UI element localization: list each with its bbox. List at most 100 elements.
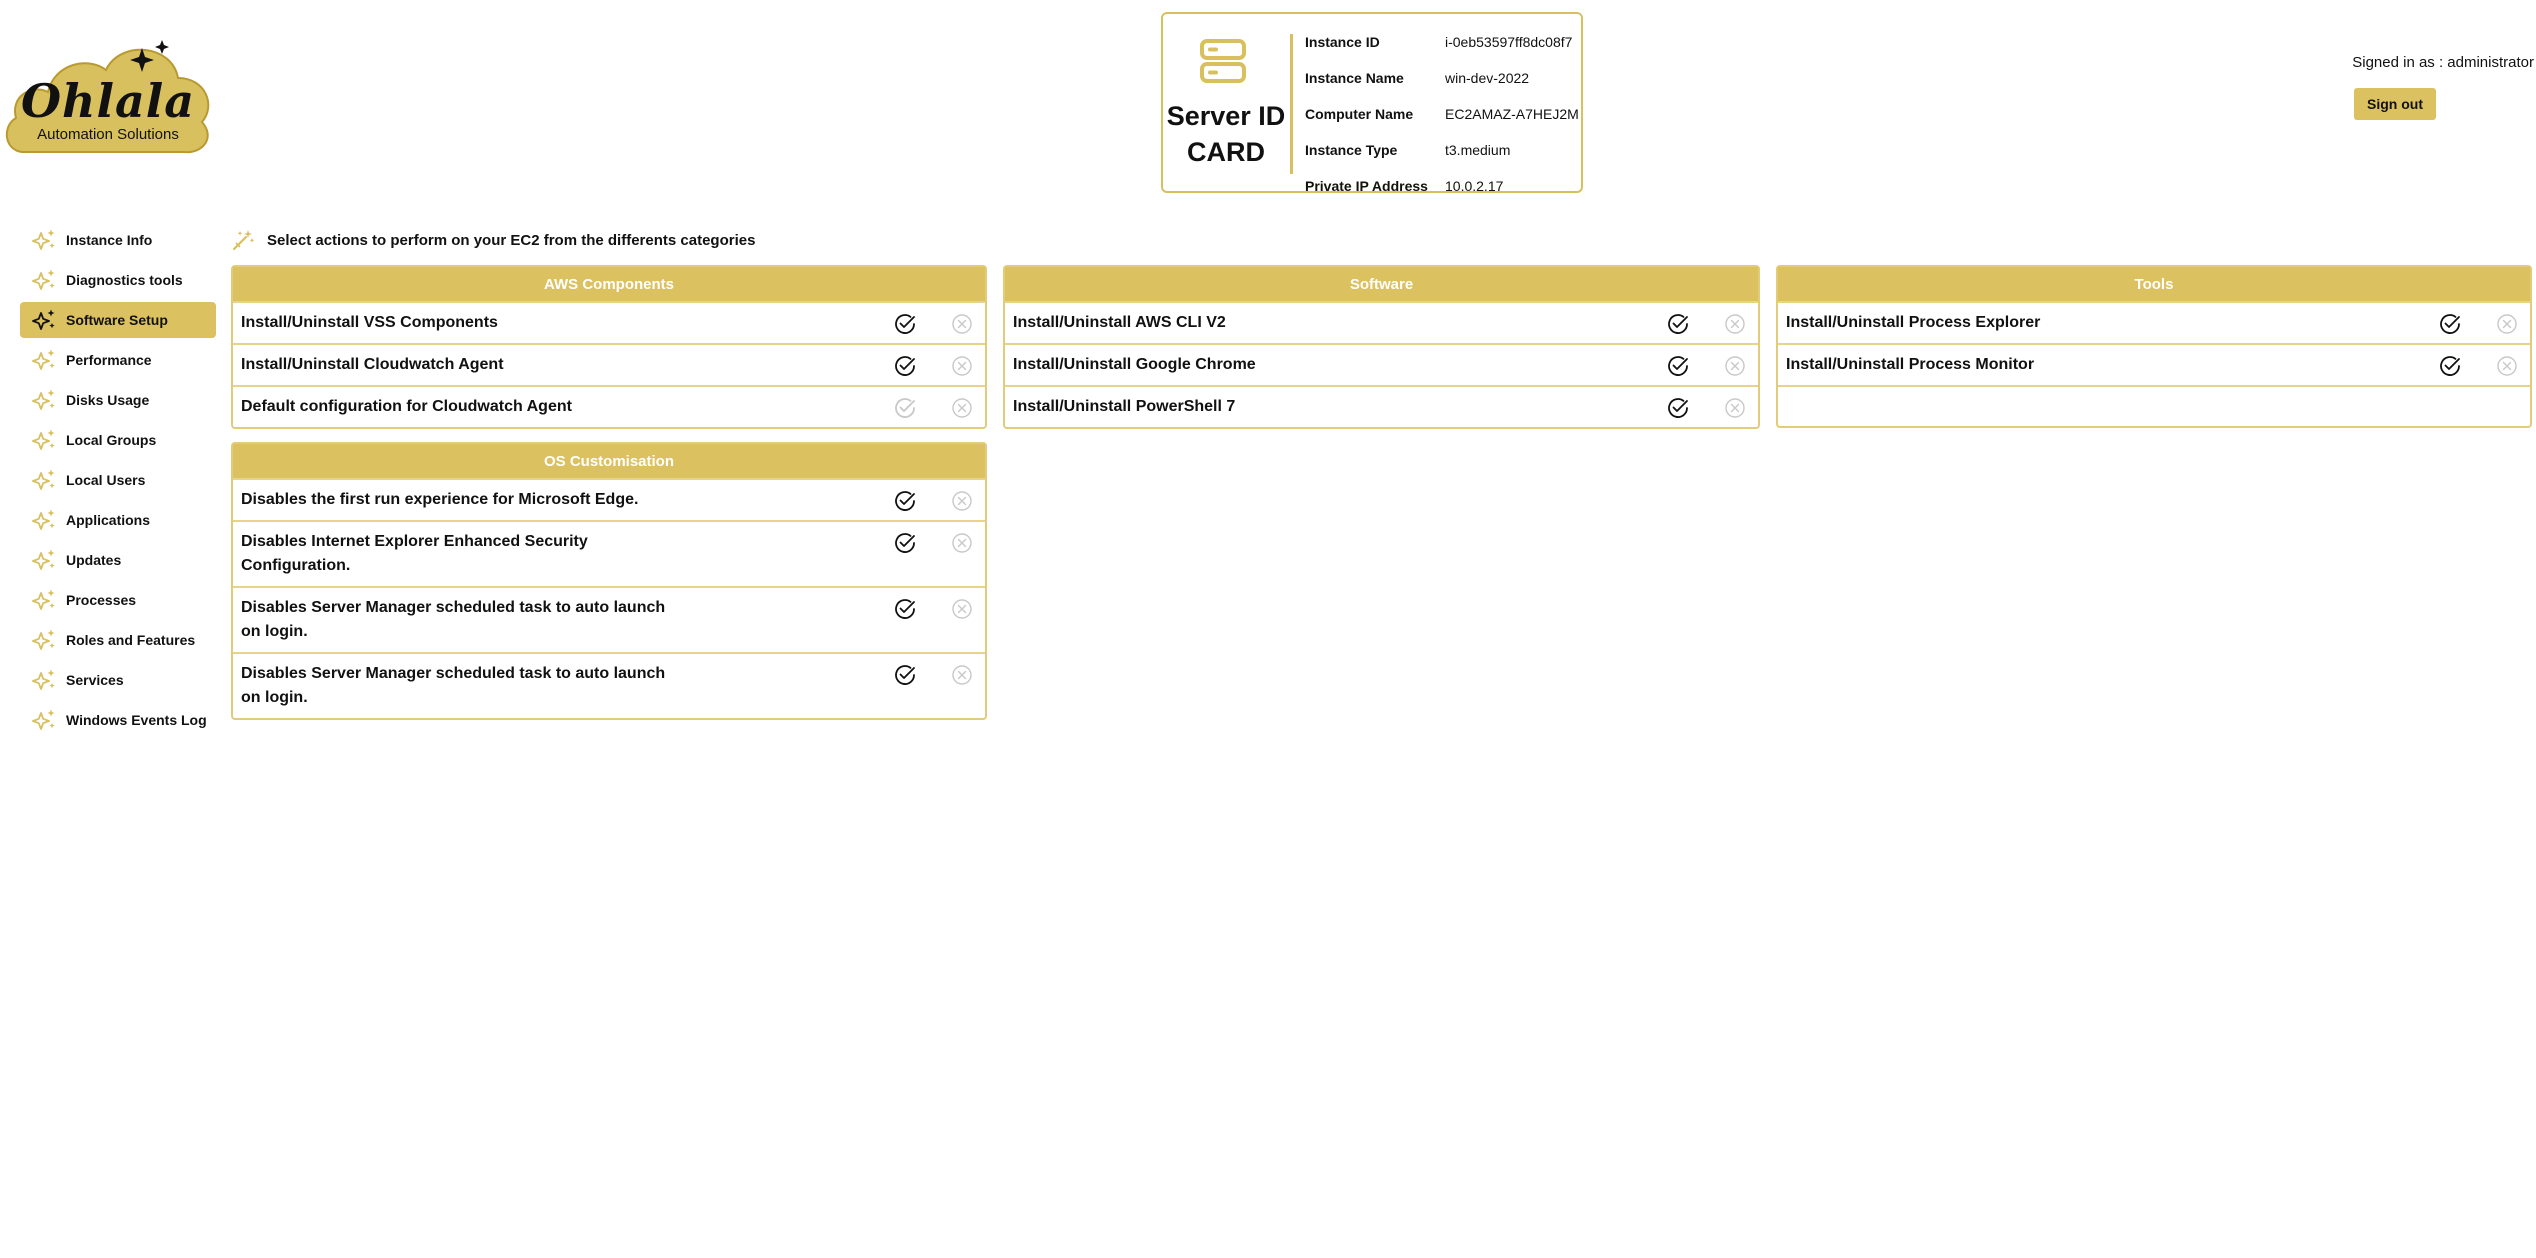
x-circle-icon	[2496, 355, 2518, 382]
card-row-value: win-dev-2022	[1445, 70, 1530, 86]
sidebar-item-local-users[interactable]: Local Users	[20, 462, 216, 498]
card-title-line2: CARD	[1187, 137, 1265, 167]
panel-tools: Tools Install/Uninstall Process Explorer…	[1776, 265, 2532, 428]
x-circle-icon	[951, 313, 973, 340]
sidebar-item-label: Local Users	[66, 472, 146, 488]
check-circle-icon[interactable]	[893, 663, 917, 692]
sidebar-item-windows-events-log[interactable]: Windows Events Log	[20, 702, 216, 738]
sparkles-icon	[32, 309, 55, 330]
sparkles-icon-wrap	[32, 547, 58, 573]
action-row: Disables Internet Explorer Enhanced Secu…	[233, 520, 985, 586]
sidebar-item-applications[interactable]: Applications	[20, 502, 216, 538]
card-row: Instance Name win-dev-2022	[1305, 60, 1580, 96]
card-row-value: t3.medium	[1445, 142, 1511, 158]
action-row: Install/Uninstall Google Chrome	[1005, 343, 1758, 385]
sidebar-item-label: Roles and Features	[66, 632, 196, 648]
card-row: Instance Type t3.medium	[1305, 132, 1580, 168]
sidebar-item-services[interactable]: Services	[20, 662, 216, 698]
sidebar-item-processes[interactable]: Processes	[20, 582, 216, 618]
x-circle-icon	[951, 532, 973, 559]
sparkles-icon-wrap	[32, 387, 58, 413]
card-row-key: Instance Name	[1305, 70, 1404, 86]
x-circle-icon	[951, 490, 973, 517]
magic-wand-icon	[232, 230, 255, 251]
sparkles-icon	[32, 509, 55, 530]
sidebar-item-label: Updates	[66, 552, 122, 568]
check-circle-icon[interactable]	[2438, 312, 2462, 341]
action-row: Install/Uninstall Process Explorer	[1778, 301, 2530, 343]
action-label: Default configuration for Cloudwatch Age…	[241, 398, 572, 415]
sidebar-item-software-setup[interactable]: Software Setup	[20, 302, 216, 338]
sidebar-item-disks-usage[interactable]: Disks Usage	[20, 382, 216, 418]
sparkles-icon-wrap	[32, 587, 58, 613]
sparkles-icon	[32, 229, 55, 250]
check-circle-icon[interactable]	[2438, 354, 2462, 383]
sidebar-item-diagnostics-tools[interactable]: Diagnostics tools	[20, 262, 216, 298]
sidebar-item-instance-info[interactable]: Instance Info	[20, 222, 216, 258]
action-row: Install/Uninstall Process Monitor	[1778, 343, 2530, 385]
check-circle-icon	[893, 396, 917, 425]
sidebar-item-label: Applications	[66, 512, 151, 528]
action-label: Install/Uninstall VSS Components	[241, 314, 498, 331]
sparkles-icon	[32, 589, 55, 610]
card-row: Computer Name EC2AMAZ-A7HEJ2M	[1305, 96, 1580, 132]
action-label: Disables Server Manager scheduled task t…	[241, 665, 666, 706]
card-row: Instance ID i-0eb53597ff8dc08f7	[1305, 24, 1580, 60]
action-row: Install/Uninstall PowerShell 7	[1005, 385, 1758, 427]
card-row-key: Private IP Address	[1305, 178, 1428, 194]
sparkles-icon	[32, 389, 55, 410]
panel-software: Software Install/Uninstall AWS CLI V2 Ins…	[1003, 265, 1760, 429]
check-circle-icon[interactable]	[1666, 354, 1690, 383]
check-circle-icon[interactable]	[893, 489, 917, 518]
sparkles-icon-wrap	[32, 627, 58, 653]
card-row-value: 10.0.2.17	[1445, 178, 1504, 194]
sidebar-item-label: Windows Events Log	[66, 712, 207, 728]
action-row: Install/Uninstall AWS CLI V2	[1005, 301, 1758, 343]
sparkles-icon	[32, 469, 55, 490]
action-row: Default configuration for Cloudwatch Age…	[233, 385, 985, 427]
check-circle-icon[interactable]	[893, 531, 917, 560]
sparkles-icon-wrap	[32, 507, 58, 533]
sidebar-item-local-groups[interactable]: Local Groups	[20, 422, 216, 458]
sparkles-icon	[32, 429, 55, 450]
sparkles-icon-wrap	[32, 467, 58, 493]
sidebar-item-performance[interactable]: Performance	[20, 342, 216, 378]
x-circle-icon	[951, 664, 973, 691]
action-row: Install/Uninstall VSS Components	[233, 301, 985, 343]
sparkles-icon-wrap	[32, 227, 58, 253]
actions-prompt-text: Select actions to perform on your EC2 fr…	[267, 231, 756, 249]
panel-title: Software	[1005, 267, 1758, 301]
server-icon	[1200, 39, 1246, 83]
sparkles-icon	[32, 709, 55, 730]
logo-subtitle: Automation Solutions	[37, 126, 179, 143]
action-label: Install/Uninstall Process Monitor	[1786, 356, 2035, 373]
action-label: Disables the first run experience for Mi…	[241, 491, 639, 508]
sparkles-icon-wrap	[32, 667, 58, 693]
check-circle-icon[interactable]	[1666, 396, 1690, 425]
check-circle-icon[interactable]	[1666, 312, 1690, 341]
sign-out-button[interactable]: Sign out	[2354, 88, 2436, 120]
sidebar-item-updates[interactable]: Updates	[20, 542, 216, 578]
check-circle-icon[interactable]	[893, 312, 917, 341]
check-circle-icon[interactable]	[893, 597, 917, 626]
x-circle-icon	[1724, 313, 1746, 340]
sidebar-item-label: Disks Usage	[66, 392, 150, 408]
sidebar-item-label: Software Setup	[66, 312, 168, 328]
action-label: Install/Uninstall AWS CLI V2	[1013, 314, 1226, 331]
panel-title: OS Customisation	[233, 444, 985, 478]
check-circle-icon[interactable]	[893, 354, 917, 383]
sidebar-item-label: Services	[66, 672, 124, 688]
action-label: Disables Internet Explorer Enhanced Secu…	[241, 533, 588, 574]
sidebar-item-label: Diagnostics tools	[66, 272, 183, 288]
panel-aws-components: AWS Components Install/Uninstall VSS Com…	[231, 265, 987, 429]
sidebar-item-label: Performance	[66, 352, 152, 368]
sidebar-item-roles-and-features[interactable]: Roles and Features	[20, 622, 216, 658]
card-divider	[1290, 34, 1293, 174]
action-row: Install/Uninstall Cloudwatch Agent	[233, 343, 985, 385]
card-row-value: i-0eb53597ff8dc08f7	[1445, 34, 1573, 50]
action-label: Install/Uninstall PowerShell 7	[1013, 398, 1236, 415]
actions-prompt: Select actions to perform on your EC2 fr…	[231, 228, 755, 252]
card-row-key: Computer Name	[1305, 106, 1414, 122]
action-row: Disables Server Manager scheduled task t…	[233, 652, 985, 718]
card-row-value: EC2AMAZ-A7HEJ2M	[1445, 106, 1579, 122]
